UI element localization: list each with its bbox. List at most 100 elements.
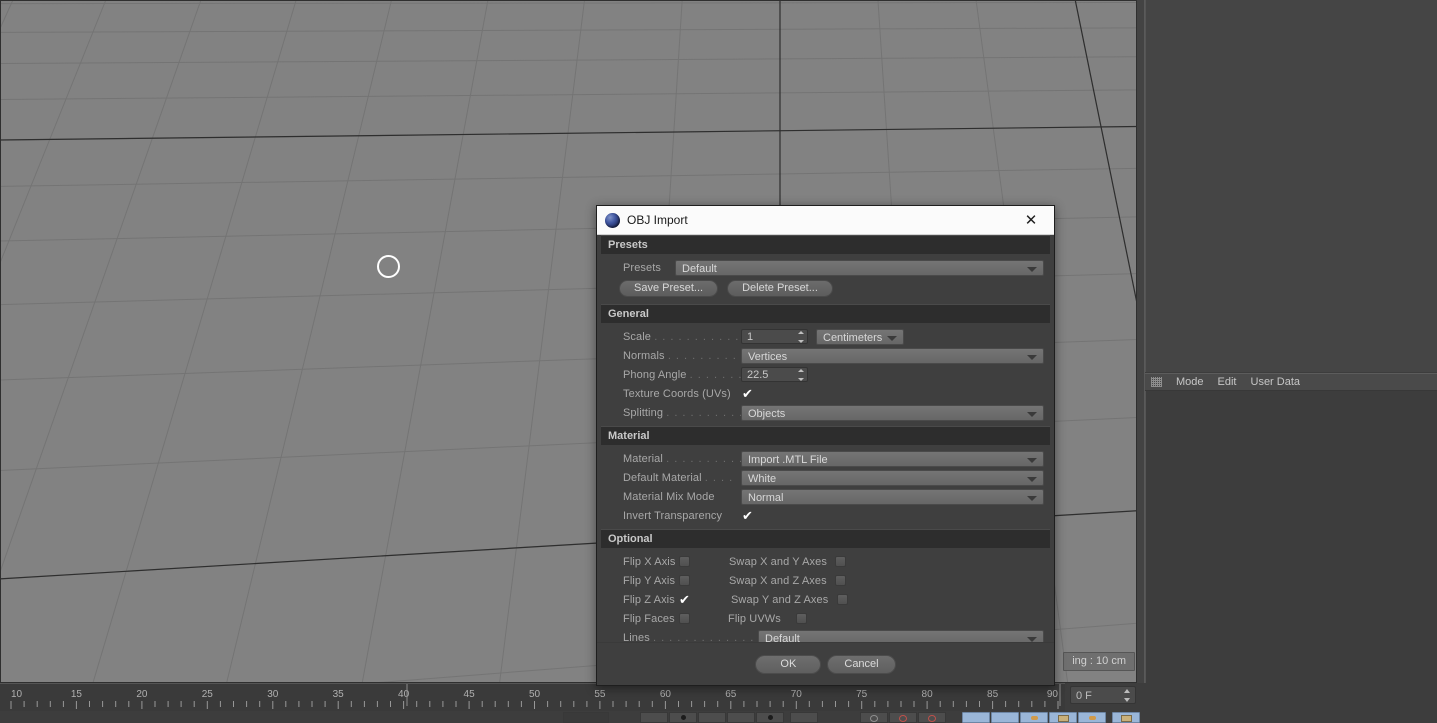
- save-preset-button[interactable]: Save Preset...: [619, 280, 719, 297]
- selection-circle-object[interactable]: [377, 255, 400, 278]
- select-scale-unit[interactable]: Centimeters: [816, 328, 904, 345]
- timeline-ruler[interactable]: 10 15 20 25 30 35 40 45 50 55 60 65 70 75 80 85 90: [0, 683, 1065, 713]
- select-default-material[interactable]: White: [741, 469, 1044, 486]
- label-material-text: Material: [623, 452, 663, 465]
- input-scale[interactable]: 1: [741, 329, 808, 344]
- checkbox-swap-x-y-axes[interactable]: [835, 556, 846, 567]
- group-header-material: Material: [601, 426, 1050, 445]
- checkbox-flip-z-axis[interactable]: ✔: [679, 593, 690, 606]
- input-phong-angle-value: 22.5: [747, 369, 769, 381]
- label-flip-faces: Flip Faces: [623, 612, 675, 625]
- label-material-dots: . . . . . . . . . .: [666, 452, 744, 465]
- object-manager-panel[interactable]: [1145, 0, 1437, 372]
- svg-text:90: 90: [1047, 689, 1059, 700]
- timeline-ruler-svg: 10 15 20 25 30 35 40 45 50 55 60 65 70 75 80 85 90: [0, 684, 1065, 712]
- checkbox-swap-x-z-axes[interactable]: [835, 575, 846, 586]
- delete-preset-button[interactable]: Delete Preset...: [727, 280, 833, 297]
- checkbox-invert-transparency[interactable]: ✔: [741, 509, 754, 522]
- checkbox-swap-y-z-axes[interactable]: [837, 594, 848, 605]
- frame-spinner-icon[interactable]: [1123, 689, 1131, 702]
- current-frame-value: 0 F: [1076, 690, 1092, 702]
- toolbar-button-next-key[interactable]: [756, 712, 784, 723]
- select-material-value: Import .MTL File: [748, 453, 828, 466]
- toolbar-button-key-grey[interactable]: [860, 712, 888, 723]
- row-preset-buttons: Save Preset... Delete Preset...: [601, 277, 1050, 300]
- row-flip-y-axis: Flip Y Axis Swap X and Z Axes: [601, 571, 1050, 590]
- checkbox-flip-y-axis[interactable]: [679, 575, 690, 586]
- ok-button[interactable]: OK: [755, 654, 822, 674]
- toolbar-group-snap: [962, 712, 1106, 723]
- phong-spinner-icon[interactable]: [797, 369, 804, 381]
- label-lines-text: Lines: [623, 631, 650, 643]
- obj-import-dialog[interactable]: OBJ Import ✕ Presets Presets Default Sav…: [596, 205, 1055, 686]
- toolbar-button-snap-5[interactable]: [1078, 712, 1106, 723]
- toolbar-button-snap-4[interactable]: [1049, 712, 1077, 723]
- select-material-mix-mode[interactable]: Normal: [741, 488, 1044, 505]
- toolbar-button-layout[interactable]: [1112, 712, 1140, 723]
- select-lines[interactable]: Default: [758, 629, 1044, 642]
- select-presets[interactable]: Default: [675, 259, 1044, 276]
- attribute-manager-body[interactable]: [1145, 391, 1437, 683]
- row-presets: Presets Default: [601, 258, 1050, 277]
- svg-text:80: 80: [922, 689, 934, 700]
- chevron-down-icon: [1027, 266, 1037, 272]
- group-header-presets: Presets: [601, 235, 1050, 254]
- svg-text:40: 40: [398, 689, 410, 700]
- chevron-down-icon: [887, 335, 897, 341]
- checkbox-flip-faces[interactable]: [679, 613, 690, 624]
- svg-text:10: 10: [11, 689, 23, 700]
- dialog-footer: OK Cancel: [597, 642, 1054, 685]
- c4d-sphere-icon: [605, 212, 620, 228]
- chevron-down-icon: [1027, 457, 1037, 463]
- dialog-titlebar: OBJ Import ✕: [597, 206, 1054, 235]
- svg-text:30: 30: [267, 689, 279, 700]
- select-material-mix-mode-value: Normal: [748, 491, 784, 504]
- menu-item-user-data[interactable]: User Data: [1251, 376, 1301, 388]
- group-body-optional: Flip X Axis Swap X and Y Axes Flip Y Axi…: [601, 548, 1050, 642]
- select-scale-unit-value: Centimeters: [823, 331, 883, 344]
- label-phong-angle-text: Phong Angle: [623, 368, 687, 381]
- svg-text:25: 25: [202, 689, 214, 700]
- dialog-body: Presets Presets Default Save Preset... D…: [597, 235, 1054, 642]
- svg-text:45: 45: [464, 689, 476, 700]
- toolbar-button-snap-1[interactable]: [962, 712, 990, 723]
- select-presets-value: Default: [682, 262, 717, 275]
- group-header-optional: Optional: [601, 529, 1050, 548]
- right-panel-column: Mode Edit User Data: [1137, 0, 1437, 683]
- toolbar-button-first-frame[interactable]: [640, 712, 668, 723]
- toolbar-button-prev-key[interactable]: [669, 712, 697, 723]
- menu-item-mode[interactable]: Mode: [1176, 376, 1204, 388]
- toolbar-button-snap-3[interactable]: [1020, 712, 1048, 723]
- row-flip-x-axis: Flip X Axis Swap X and Y Axes: [601, 552, 1050, 571]
- toolbar-button-snap-2[interactable]: [991, 712, 1019, 723]
- group-body-general: Scale . . . . . . . . . . . . . 1 Centim…: [601, 323, 1050, 426]
- checkbox-flip-x-axis[interactable]: [679, 556, 690, 567]
- current-frame-field[interactable]: 0 F: [1070, 686, 1136, 704]
- input-phong-angle[interactable]: 22.5: [741, 367, 808, 382]
- label-lines: Lines . . . . . . . . . . . . . . .: [623, 631, 770, 643]
- row-splitting: Splitting . . . . . . . . . . Objects: [601, 403, 1050, 422]
- row-texture-coords: Texture Coords (UVs) ✔: [601, 384, 1050, 403]
- select-normals[interactable]: Vertices: [741, 347, 1044, 364]
- toolbar-button-prev-frame[interactable]: [698, 712, 726, 723]
- checkbox-flip-uvws[interactable]: [796, 613, 807, 624]
- select-splitting-value: Objects: [748, 407, 786, 420]
- toolbar-button-record-red[interactable]: [889, 712, 917, 723]
- scale-spinner-icon[interactable]: [797, 331, 804, 343]
- select-splitting[interactable]: Objects: [741, 404, 1044, 421]
- toolbar-button-record-red-2[interactable]: [918, 712, 946, 723]
- menu-item-edit[interactable]: Edit: [1218, 376, 1237, 388]
- select-material[interactable]: Import .MTL File: [741, 450, 1044, 467]
- row-scale: Scale . . . . . . . . . . . . . 1 Centim…: [601, 327, 1050, 346]
- toolbar-button-play[interactable]: [727, 712, 755, 723]
- cancel-button[interactable]: Cancel: [827, 654, 896, 674]
- checkbox-texture-coords[interactable]: ✔: [741, 387, 754, 400]
- label-material: Material . . . . . . . . . .: [623, 452, 744, 465]
- grip-icon[interactable]: [1151, 377, 1162, 387]
- label-swap-y-z-axes: Swap Y and Z Axes: [731, 593, 829, 606]
- close-icon[interactable]: ✕: [1010, 207, 1052, 234]
- label-normals-dots: . . . . . . . . . .: [667, 349, 745, 362]
- toolbar-button-autokey[interactable]: [790, 712, 818, 723]
- toolbar-button-1[interactable]: [563, 712, 609, 723]
- svg-text:85: 85: [987, 689, 999, 700]
